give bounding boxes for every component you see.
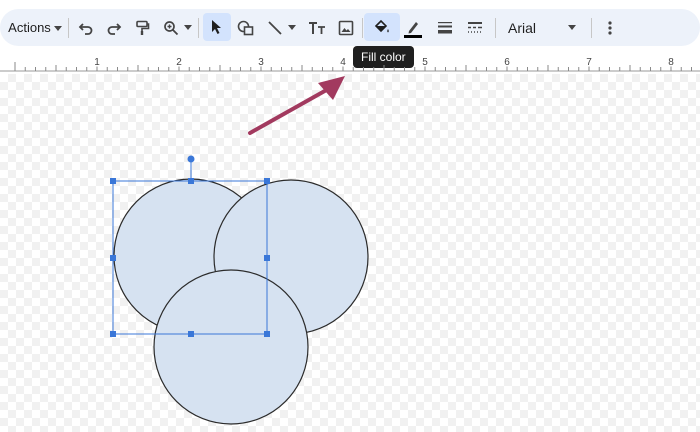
undo-icon (78, 22, 93, 35)
select-icon (212, 20, 221, 34)
font-family-select[interactable]: Arial (502, 9, 582, 46)
ruler-label: 4 (340, 57, 346, 68)
horizontal-ruler: 1 2 3 4 5 6 7 8 (0, 56, 700, 72)
ruler-label: 2 (176, 57, 182, 68)
fill-color-icon (374, 19, 389, 33)
ruler-label: 5 (422, 57, 428, 68)
select-tool-button[interactable] (203, 13, 231, 41)
border-dash-button[interactable] (461, 9, 489, 46)
ruler-label: 8 (668, 57, 674, 68)
border-dash-icon (468, 21, 482, 33)
more-options-icon (608, 20, 612, 35)
ruler-label: 1 (94, 57, 100, 68)
text-box-button[interactable] (303, 9, 331, 46)
drawing-canvas[interactable] (0, 74, 700, 432)
redo-button[interactable] (100, 9, 128, 46)
chevron-down-icon (53, 20, 62, 35)
chevron-down-icon (183, 24, 192, 30)
toolbar-divider (362, 18, 363, 38)
chevron-down-icon (568, 24, 576, 30)
actions-label: Actions (8, 20, 51, 35)
chevron-down-icon (287, 24, 296, 30)
actions-menu-button[interactable]: Actions (6, 9, 64, 46)
toolbar-divider (68, 18, 69, 38)
toolbar-divider (495, 18, 496, 38)
image-icon (338, 20, 354, 35)
shape-icon (237, 20, 254, 35)
zoom-icon (163, 20, 178, 35)
border-weight-button[interactable] (431, 9, 459, 46)
redo-icon (107, 22, 122, 35)
undo-button[interactable] (72, 9, 100, 46)
border-weight-icon (438, 21, 452, 33)
border-color-icon (404, 21, 422, 38)
ruler-label: 3 (258, 57, 264, 68)
text-box-icon (309, 21, 325, 34)
paint-format-button[interactable] (128, 9, 156, 46)
fill-color-button[interactable] (364, 13, 400, 41)
image-button[interactable] (332, 9, 360, 46)
toolbar-divider (198, 18, 199, 38)
line-icon (267, 20, 282, 35)
font-name: Arial (508, 19, 537, 36)
paint-format-icon (136, 20, 150, 35)
zoom-button[interactable] (158, 9, 196, 46)
border-color-button[interactable] (399, 9, 427, 46)
drawing-toolbar: Actions Arial (0, 9, 700, 46)
ruler-label: 6 (504, 57, 510, 68)
line-button[interactable] (262, 9, 300, 46)
ruler-label: 7 (586, 57, 592, 68)
more-options-button[interactable] (596, 9, 624, 46)
toolbar-divider (591, 18, 592, 38)
shape-button[interactable] (232, 9, 260, 46)
